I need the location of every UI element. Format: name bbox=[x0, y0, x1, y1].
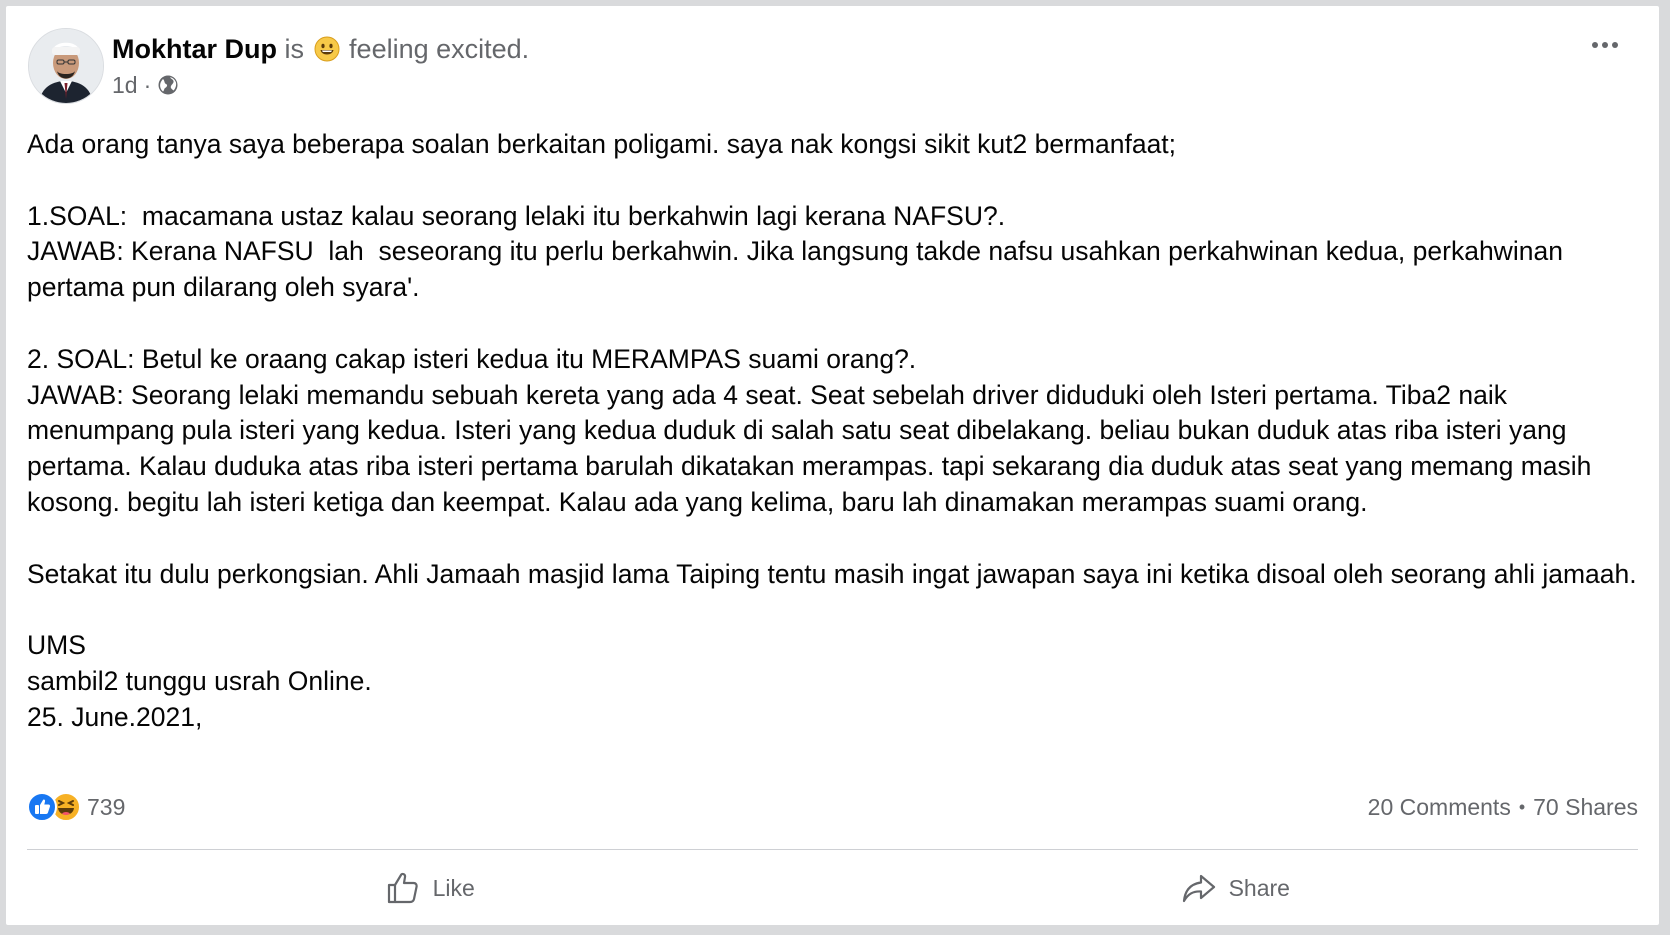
engagement-stats: 739 20 Comments • 70 Shares bbox=[27, 789, 1638, 825]
post-actions: Like Share bbox=[27, 856, 1638, 920]
feeling-text: feeling excited. bbox=[349, 34, 530, 64]
like-button[interactable]: Like bbox=[27, 856, 833, 920]
smiling-face-emoji-icon bbox=[314, 36, 340, 62]
post-card: Mokhtar Dup is feeling excited. 1d · Ada… bbox=[6, 6, 1659, 925]
post-paragraph-answer-2: JAWAB: Seorang lelaki memandu sebuah ker… bbox=[27, 379, 1599, 517]
avatar[interactable] bbox=[28, 28, 104, 104]
post-header: Mokhtar Dup is feeling excited. bbox=[112, 31, 529, 67]
post-paragraph-answer-1: JAWAB: Kerana NAFSU lah seseorang itu pe… bbox=[27, 236, 1571, 303]
reactions-summary[interactable]: 739 bbox=[27, 792, 125, 822]
avatar-image bbox=[29, 29, 103, 103]
comments-count[interactable]: 20 Comments bbox=[1368, 794, 1511, 821]
comment-share-counts: 20 Comments • 70 Shares bbox=[1368, 794, 1638, 821]
more-dot bbox=[1612, 42, 1618, 48]
share-button-label: Share bbox=[1228, 874, 1290, 901]
post-paragraph-closing: Setakat itu dulu perkongsian. Ahli Jamaa… bbox=[27, 558, 1637, 589]
like-button-label: Like bbox=[432, 874, 475, 901]
post-signature-note: sambil2 tunggu usrah Online. bbox=[27, 665, 372, 696]
meta-separator: · bbox=[143, 72, 152, 98]
reaction-icons bbox=[27, 792, 83, 822]
author-name[interactable]: Mokhtar Dup bbox=[112, 34, 277, 64]
timestamp[interactable]: 1d bbox=[112, 70, 138, 100]
globe-icon[interactable] bbox=[157, 74, 179, 96]
more-options-icon[interactable] bbox=[1585, 32, 1625, 58]
post-body: Ada orang tanya saya beberapa soalan ber… bbox=[27, 127, 1642, 736]
post-date: 25. June.2021, bbox=[27, 701, 203, 732]
shares-count[interactable]: 70 Shares bbox=[1533, 794, 1638, 821]
feeling-prefix: is bbox=[284, 34, 305, 64]
post-meta: 1d · bbox=[112, 70, 179, 100]
reaction-count: 739 bbox=[87, 793, 126, 820]
share-button[interactable]: Share bbox=[833, 856, 1639, 920]
stats-separator: • bbox=[1518, 796, 1526, 817]
post-paragraph-intro: Ada orang tanya saya beberapa soalan ber… bbox=[27, 129, 1177, 159]
post-paragraph-question-1: 1.SOAL: macamana ustaz kalau seorang lel… bbox=[27, 200, 1006, 231]
more-dot bbox=[1602, 42, 1608, 48]
divider bbox=[27, 849, 1638, 850]
like-reaction-icon bbox=[27, 792, 57, 822]
post-signature: UMS bbox=[27, 630, 86, 661]
more-dot bbox=[1592, 42, 1598, 48]
share-arrow-icon bbox=[1182, 874, 1215, 903]
post-paragraph-question-2: 2. SOAL: Betul ke oraang cakap isteri ke… bbox=[27, 343, 917, 374]
thumbs-up-icon bbox=[387, 872, 418, 904]
